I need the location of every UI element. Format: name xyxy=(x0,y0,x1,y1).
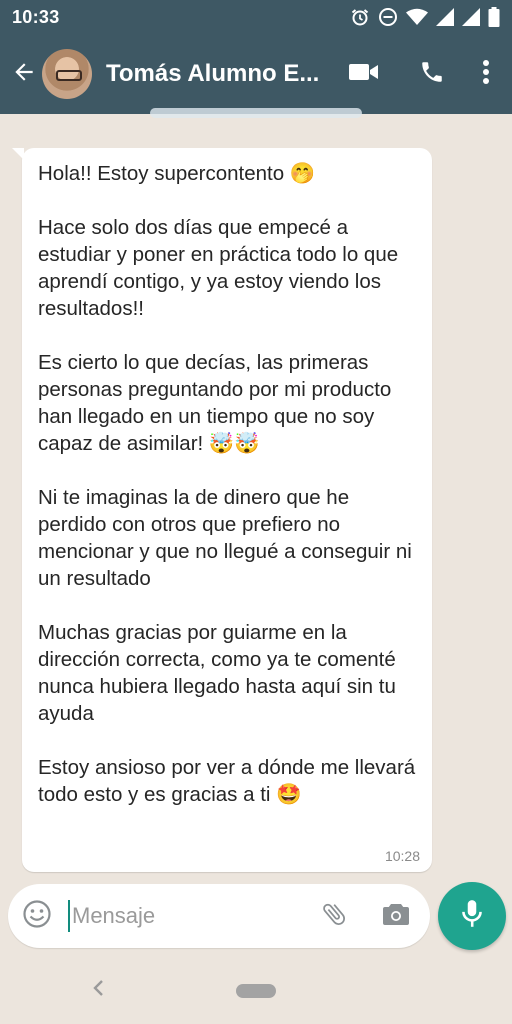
voice-record-button[interactable] xyxy=(438,882,506,950)
nav-back-button[interactable] xyxy=(88,978,108,1002)
chat-area[interactable]: Hola!! Estoy supercontento 🤭 Hace solo d… xyxy=(0,108,512,874)
battery-icon xyxy=(488,7,500,27)
status-time: 10:33 xyxy=(12,6,60,27)
more-options-button[interactable] xyxy=(466,50,506,98)
camera-button[interactable] xyxy=(374,894,418,938)
chat-header: Tomás Alumno E... xyxy=(0,34,512,114)
alarm-icon xyxy=(350,7,370,27)
more-vert-icon xyxy=(482,59,490,90)
message-input[interactable]: Mensaje xyxy=(68,896,312,936)
header-actions xyxy=(330,50,512,98)
emoji-button[interactable] xyxy=(20,899,54,933)
message-input-placeholder: Mensaje xyxy=(72,903,156,928)
message-text: Hola!! Estoy supercontento 🤭 Hace solo d… xyxy=(38,162,416,806)
attach-icon xyxy=(320,899,348,934)
status-icons xyxy=(350,7,500,27)
arrow-left-icon xyxy=(11,59,37,90)
do-not-disturb-icon xyxy=(378,7,398,27)
attach-button[interactable] xyxy=(312,894,356,938)
voice-call-icon xyxy=(419,59,445,90)
status-bar: 10:33 xyxy=(0,0,512,34)
mic-icon xyxy=(459,898,485,935)
voice-call-button[interactable] xyxy=(398,50,466,98)
back-button[interactable] xyxy=(4,54,44,94)
chevron-left-icon xyxy=(92,979,104,1002)
wifi-icon xyxy=(406,8,428,26)
signal-icon xyxy=(462,8,480,26)
avatar[interactable] xyxy=(42,49,92,99)
nav-home-button[interactable] xyxy=(236,984,276,998)
video-call-icon xyxy=(349,61,379,88)
message-composer: Mensaje xyxy=(8,884,430,948)
signal-icon xyxy=(436,8,454,26)
date-chip xyxy=(150,108,362,118)
text-cursor xyxy=(68,900,70,932)
contact-name[interactable]: Tomás Alumno E... xyxy=(106,60,321,88)
camera-icon xyxy=(382,901,410,932)
message-timestamp: 10:28 xyxy=(384,848,420,864)
video-call-button[interactable] xyxy=(330,50,398,98)
emoji-icon xyxy=(22,899,52,934)
system-nav-bar xyxy=(0,958,512,1024)
incoming-message-bubble[interactable]: Hola!! Estoy supercontento 🤭 Hace solo d… xyxy=(12,148,432,872)
